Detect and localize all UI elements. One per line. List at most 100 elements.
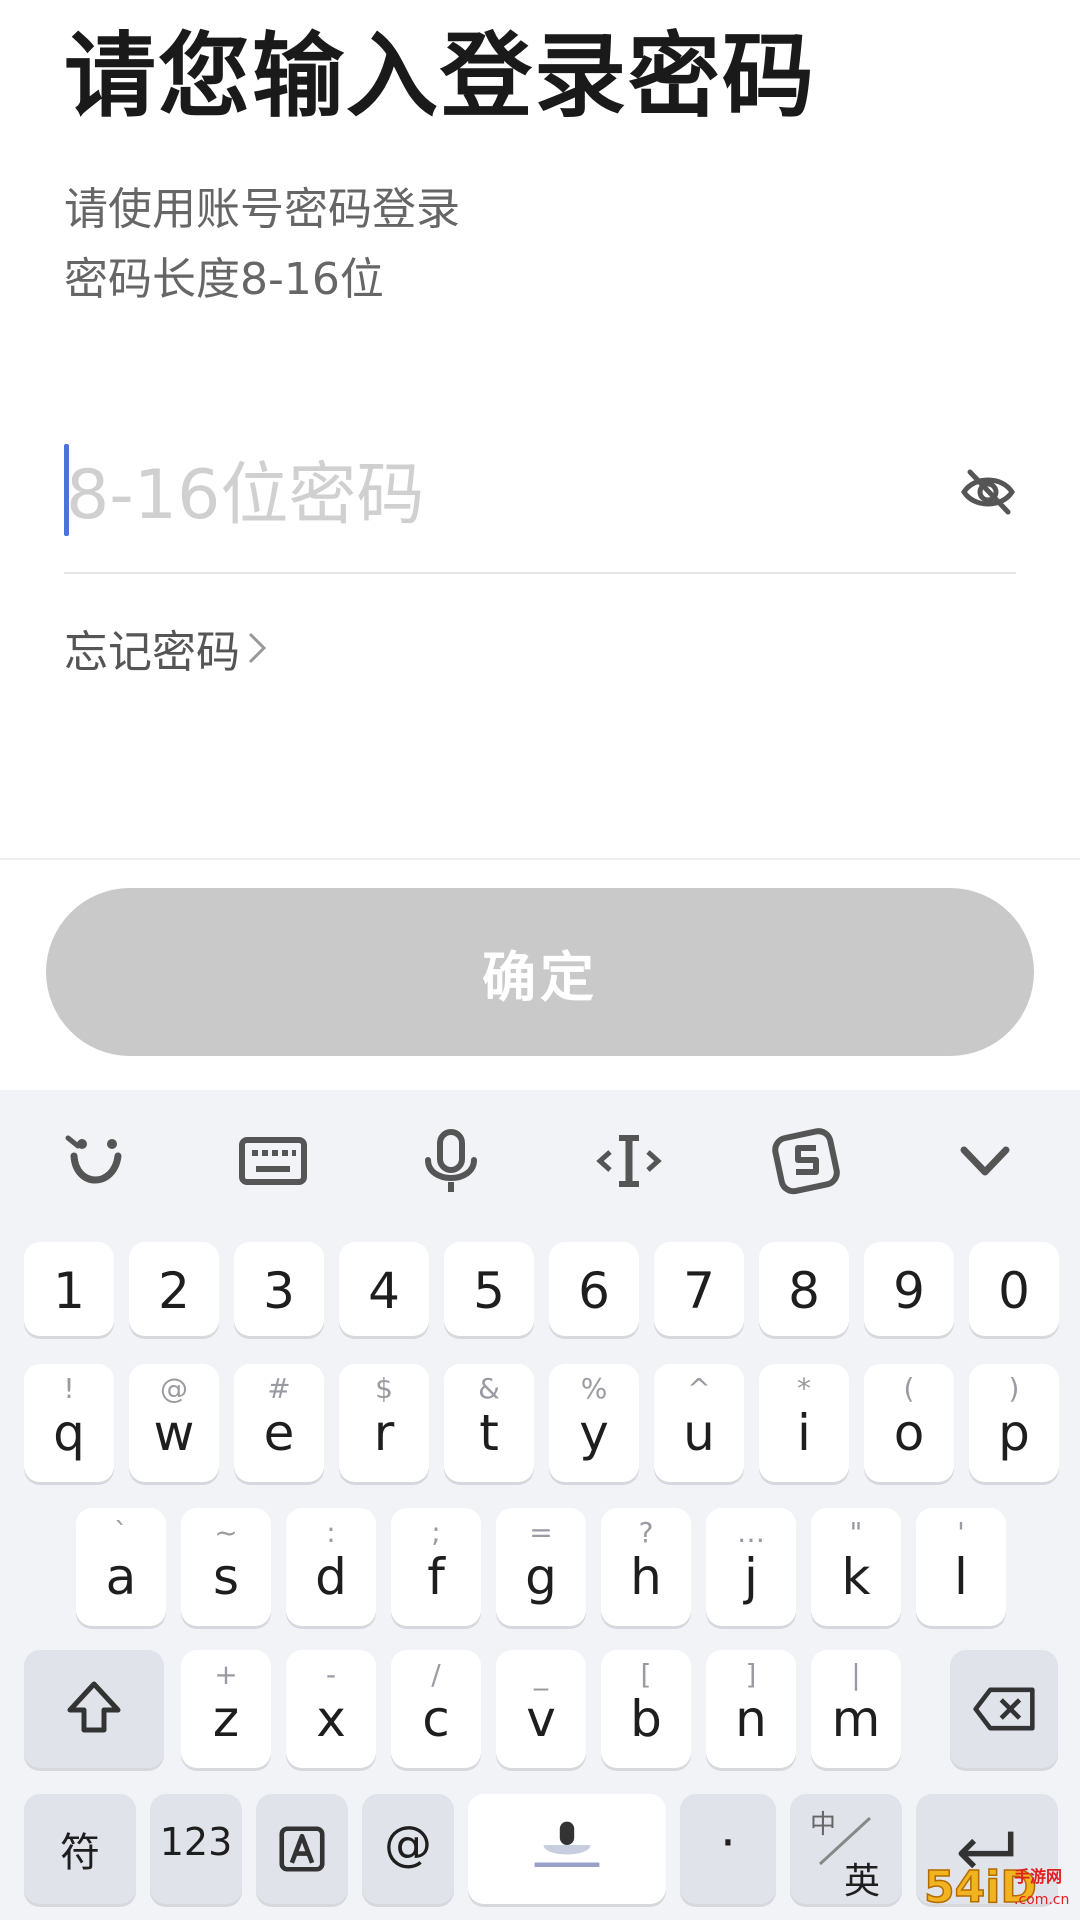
language-switch-key[interactable]: 中 英 [790, 1794, 902, 1904]
key-secondary-symbol: & [478, 1372, 500, 1405]
key-z[interactable]: + z [181, 1650, 271, 1768]
key-9[interactable]: 9 [864, 1242, 954, 1336]
key-p[interactable]: ) p [969, 1364, 1059, 1482]
at-key[interactable]: @ [362, 1794, 454, 1904]
shift-key[interactable] [24, 1650, 164, 1768]
key-label: 0 [998, 1262, 1030, 1320]
key-l[interactable]: ' l [916, 1508, 1006, 1626]
key-secondary-symbol: | [851, 1658, 861, 1691]
key-2[interactable]: 2 [129, 1242, 219, 1336]
microphone-icon[interactable] [416, 1126, 486, 1196]
confirm-button[interactable]: 确定 [46, 888, 1034, 1056]
site-watermark-logo: 54iD 手游网 .com.cn [922, 1856, 1072, 1914]
key-n[interactable]: ] n [706, 1650, 796, 1768]
key-i[interactable]: * i [759, 1364, 849, 1482]
key-label: p [998, 1404, 1030, 1462]
key-y[interactable]: % y [549, 1364, 639, 1482]
key-secondary-symbol: ' [957, 1516, 965, 1549]
key-label: 4 [368, 1262, 400, 1320]
key-secondary-symbol: ) [1008, 1372, 1020, 1405]
sogou-icon[interactable] [772, 1126, 842, 1196]
backspace-icon [973, 1687, 1035, 1731]
backspace-key[interactable] [950, 1650, 1058, 1768]
key-x[interactable]: -x [286, 1650, 376, 1768]
key-f[interactable]: ; f [391, 1508, 481, 1626]
key-label: r [373, 1404, 395, 1462]
password-input[interactable] [64, 440, 924, 550]
key-6[interactable]: 6 [549, 1242, 639, 1336]
key-label: i [797, 1404, 811, 1462]
forgot-password-link[interactable]: 忘记密码 [64, 616, 268, 680]
key-k[interactable]: " k [811, 1508, 901, 1626]
key-secondary-symbol: ; [431, 1516, 441, 1549]
key-e[interactable]: # e [234, 1364, 324, 1482]
key-label: 5 [473, 1262, 505, 1320]
key-secondary-symbol: % [580, 1372, 608, 1405]
key-secondary-symbol: + [214, 1658, 238, 1691]
key-m[interactable]: | m [811, 1650, 901, 1768]
key-4[interactable]: 4 [339, 1242, 429, 1336]
key-r[interactable]: $ r [339, 1364, 429, 1482]
period-key[interactable]: · [680, 1794, 776, 1904]
key-w[interactable]: @ w [129, 1364, 219, 1482]
key-c[interactable]: / c [391, 1650, 481, 1768]
key-label: j [744, 1548, 758, 1606]
key-o[interactable]: (o [864, 1364, 954, 1482]
shift-icon [67, 1681, 121, 1733]
hide-password-icon[interactable] [960, 464, 1016, 520]
key-secondary-symbol: ] [745, 1658, 757, 1691]
key-label: n [735, 1690, 767, 1748]
key-label: l [954, 1548, 968, 1606]
key-5[interactable]: 5 [444, 1242, 534, 1336]
key-label: k [841, 1548, 871, 1606]
key-label: c [422, 1690, 450, 1748]
key-3[interactable]: 3 [234, 1242, 324, 1336]
key-label: y [579, 1404, 609, 1462]
text-cursor-icon[interactable] [594, 1126, 664, 1196]
collapse-keyboard-icon[interactable] [950, 1126, 1020, 1196]
key-b[interactable]: [b [601, 1650, 691, 1768]
key-7[interactable]: 7 [654, 1242, 744, 1336]
key-label: 1 [53, 1262, 85, 1320]
key-g[interactable]: = g [496, 1508, 586, 1626]
key-h[interactable]: ? h [601, 1508, 691, 1626]
numbers-key[interactable]: 123 [150, 1794, 242, 1904]
uppercase-mode-key[interactable] [256, 1794, 348, 1904]
subtitle-password-length: 密码长度8-16位 [64, 254, 384, 305]
key-label: 8 [788, 1262, 820, 1320]
key-1[interactable]: 1 [24, 1242, 114, 1336]
emoji-icon[interactable] [60, 1126, 130, 1196]
key-8[interactable]: 8 [759, 1242, 849, 1336]
chevron-right-icon [248, 632, 267, 664]
key-s[interactable]: ~ s [181, 1508, 271, 1626]
key-v[interactable]: _ v [496, 1650, 586, 1768]
key-label: e [263, 1404, 295, 1462]
key-label: 2 [158, 1262, 190, 1320]
voice-space-icon [534, 1821, 600, 1868]
key-secondary-symbol: / [431, 1658, 441, 1691]
period-key-label: · [720, 1814, 736, 1872]
svg-text:手游网: 手游网 [1014, 1867, 1062, 1886]
key-0[interactable]: 0 [969, 1242, 1059, 1336]
key-label: f [427, 1548, 445, 1606]
key-label: d [315, 1548, 347, 1606]
key-j[interactable]: … j [706, 1508, 796, 1626]
key-q[interactable]: ! q [24, 1364, 114, 1482]
key-label: a [105, 1548, 137, 1606]
soft-keyboard: 1234567890 ! q @ w # e $ r & t% y ^ u * i(o) p ` a ~ s: d; f… [0, 1090, 1080, 1920]
key-label: o [893, 1404, 925, 1462]
key-label: 3 [263, 1262, 295, 1320]
key-secondary-symbol: # [267, 1372, 291, 1405]
keyboard-icon[interactable] [238, 1126, 308, 1196]
key-secondary-symbol: = [529, 1516, 553, 1549]
key-label: u [683, 1404, 715, 1462]
key-secondary-symbol: ` [114, 1516, 128, 1549]
symbols-key[interactable]: 符 [24, 1794, 136, 1904]
key-u[interactable]: ^ u [654, 1364, 744, 1482]
key-d[interactable]: :d [286, 1508, 376, 1626]
space-key[interactable] [468, 1794, 666, 1904]
key-label: 6 [578, 1262, 610, 1320]
key-a[interactable]: ` a [76, 1508, 166, 1626]
key-label: q [53, 1404, 85, 1462]
key-t[interactable]: & t [444, 1364, 534, 1482]
